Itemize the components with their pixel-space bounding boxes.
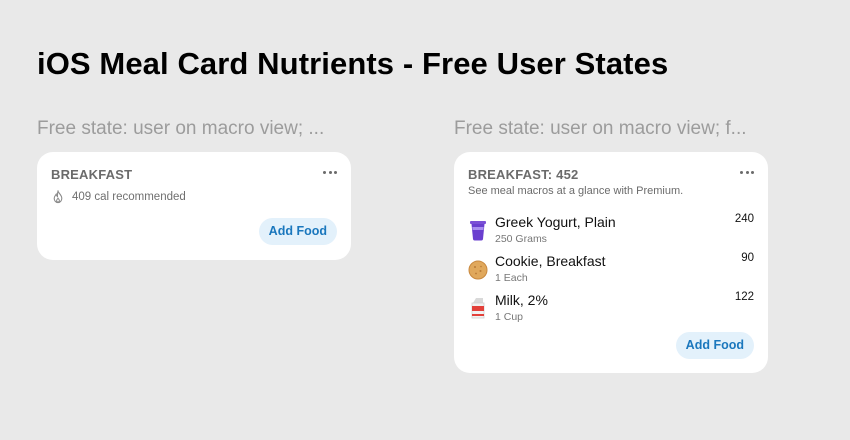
food-serving: 1 Each bbox=[495, 272, 528, 284]
food-name: Greek Yogurt, Plain bbox=[495, 214, 616, 230]
premium-upsell-note: See meal macros at a glance with Premium… bbox=[468, 185, 684, 197]
calorie-recommendation: 409 cal recommended bbox=[51, 190, 186, 204]
food-calories: 122 bbox=[734, 291, 754, 303]
food-name: Milk, 2% bbox=[495, 292, 548, 308]
food-name: Cookie, Breakfast bbox=[495, 253, 606, 269]
page-title: iOS Meal Card Nutrients - Free User Stat… bbox=[37, 46, 669, 81]
meal-title: BREAKFAST: 452 bbox=[468, 167, 579, 182]
state-label-right: Free state: user on macro view; f... bbox=[454, 118, 747, 139]
more-options-icon[interactable] bbox=[740, 166, 754, 178]
meal-card-free-logged: BREAKFAST: 452 See meal macros at a glan… bbox=[454, 152, 768, 373]
food-serving: 250 Grams bbox=[495, 233, 547, 245]
meal-title: BREAKFAST bbox=[51, 167, 133, 182]
food-entry[interactable]: Cookie, Breakfast 1 Each 90 bbox=[468, 252, 754, 287]
food-entry[interactable]: Greek Yogurt, Plain 250 Grams 240 bbox=[468, 213, 754, 248]
meal-card-free-empty: BREAKFAST 409 cal recommended Add Food bbox=[37, 152, 351, 260]
more-options-icon[interactable] bbox=[323, 166, 337, 178]
food-calories: 240 bbox=[734, 213, 754, 225]
cookie-icon bbox=[468, 260, 488, 280]
add-food-button[interactable]: Add Food bbox=[675, 332, 754, 359]
food-calories: 90 bbox=[741, 252, 754, 264]
calorie-recommendation-text: 409 cal recommended bbox=[72, 191, 186, 203]
yogurt-cup-icon bbox=[470, 221, 486, 241]
milk-carton-icon bbox=[471, 298, 485, 319]
food-entry[interactable]: Milk, 2% 1 Cup 122 bbox=[468, 291, 754, 326]
add-food-button[interactable]: Add Food bbox=[258, 218, 337, 245]
food-serving: 1 Cup bbox=[495, 311, 524, 323]
state-label-left: Free state: user on macro view; ... bbox=[37, 118, 325, 139]
flame-icon bbox=[53, 190, 63, 204]
